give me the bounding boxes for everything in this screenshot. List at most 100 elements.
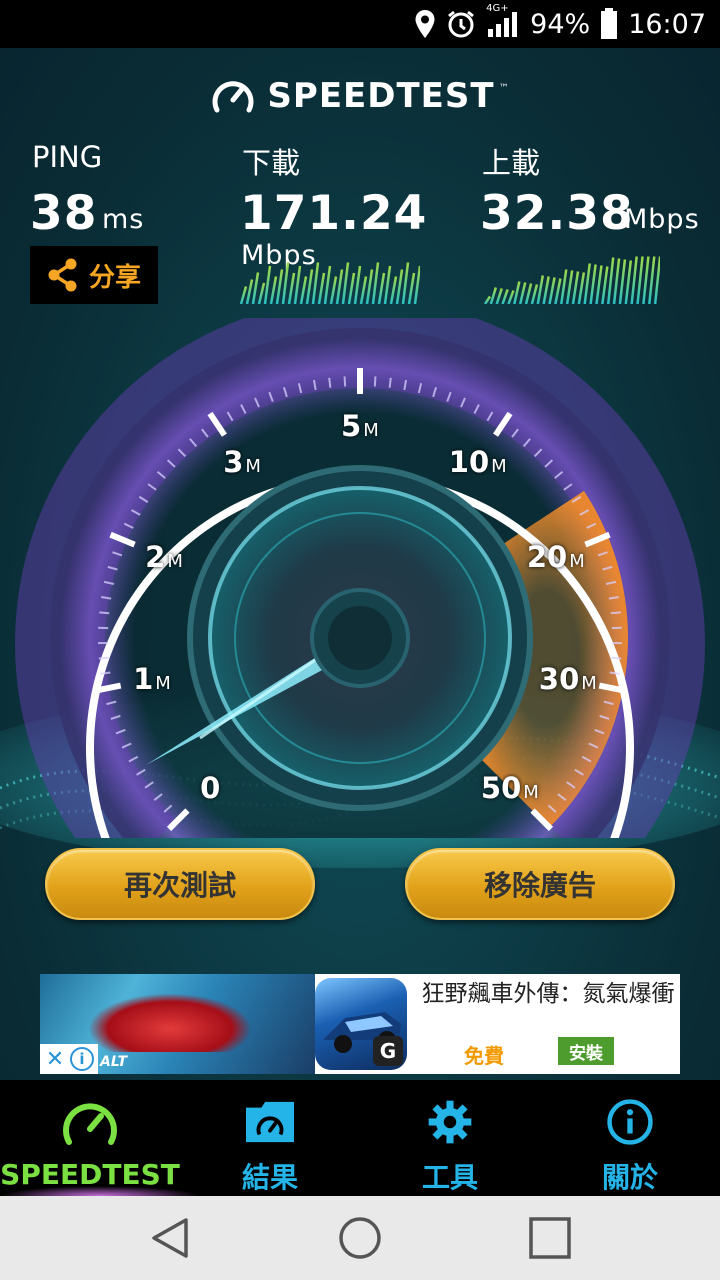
tab-results[interactable]: 結果 — [180, 1080, 360, 1196]
graph-bar — [389, 276, 398, 304]
graph-bar — [401, 262, 410, 304]
gauge-label-5: 5M — [341, 409, 379, 443]
gauge-minor-tick — [610, 611, 621, 615]
recents-icon[interactable] — [528, 1216, 572, 1260]
gauge-minor-tick — [98, 656, 109, 660]
active-tab-indicator — [0, 1186, 200, 1196]
graph-bar — [359, 276, 368, 304]
graph-bar — [335, 269, 344, 304]
upload-graph — [484, 256, 660, 304]
speedometer-logo-icon — [212, 81, 254, 113]
graph-bar — [407, 272, 416, 304]
gauge-label-unit: M — [155, 673, 171, 695]
gauge-label-unit: M — [581, 673, 597, 695]
tab-speedtest[interactable]: SPEEDTEST — [0, 1080, 200, 1196]
share-icon — [48, 258, 77, 292]
tab-tools-label: 工具 — [421, 1161, 478, 1194]
graph-bar — [299, 276, 308, 304]
gauge-label-0: 0 — [200, 771, 220, 805]
ping-unit: ms — [102, 204, 145, 235]
ad-banner[interactable]: ALT ✕ i G 狂野飆車外傳：氮氣爆衝 免費 安裝 — [40, 974, 680, 1074]
graph-bar — [275, 269, 284, 304]
graph-bar — [287, 272, 296, 304]
alarm-icon — [446, 9, 476, 39]
battery-percent: 94% — [530, 8, 591, 40]
graph-bar — [269, 276, 278, 304]
graph-bar — [601, 266, 609, 304]
download-graph — [240, 262, 420, 304]
graph-bar — [495, 288, 503, 304]
results-folder-icon — [246, 1101, 294, 1143]
graph-bar — [536, 275, 545, 304]
ping-label: PING — [32, 140, 103, 174]
download-value: 171.24 — [240, 186, 428, 241]
share-button-label: 分享 — [88, 262, 141, 293]
ad-app-icon[interactable]: G — [315, 978, 407, 1070]
gauge-label-unit: M — [245, 455, 261, 477]
ad-title[interactable]: 狂野飆車外傳：氮氣爆衝 — [420, 980, 676, 1008]
tab-results-label: 結果 — [241, 1161, 298, 1194]
gauge-minor-tick — [373, 376, 377, 387]
tab-tools[interactable]: 工具 — [360, 1080, 540, 1196]
graph-bar — [571, 271, 580, 304]
graph-bar — [642, 256, 650, 304]
remove-ads-button[interactable]: 移除廣告 — [405, 848, 675, 920]
graph-bar — [501, 289, 509, 304]
system-navigation-bar — [0, 1196, 720, 1280]
tab-about[interactable]: 關於 — [540, 1080, 720, 1196]
gauge-label-3: 3M — [223, 445, 261, 479]
ad-info-icon[interactable]: i — [70, 1047, 94, 1071]
graph-bar — [257, 282, 266, 304]
back-icon[interactable] — [148, 1216, 192, 1260]
graph-bar — [612, 258, 621, 304]
graph-bar — [293, 265, 302, 304]
ad-brand: ALT — [100, 1054, 127, 1070]
graph-bar — [589, 264, 597, 304]
graph-bar — [305, 269, 314, 304]
graph-bar — [383, 265, 392, 304]
gauge-label-unit: M — [167, 550, 183, 572]
gauge-label-10: 10 M — [449, 445, 507, 479]
graph-bar — [513, 281, 521, 304]
gauge-label-50: 50 M — [481, 771, 539, 805]
gauge-label-number: 0 — [200, 770, 221, 805]
home-icon[interactable] — [338, 1216, 382, 1260]
gauge-label-number: 50 — [480, 770, 522, 805]
network-type: 4G+ — [486, 3, 509, 14]
graph-bar — [653, 256, 660, 304]
ad-install-button[interactable]: 安裝 — [558, 1037, 614, 1065]
info-icon — [607, 1099, 653, 1145]
graph-bar — [518, 282, 527, 304]
speedtest-logo: SPEEDTEST ™ — [0, 76, 720, 116]
graph-bar — [530, 284, 539, 304]
gauge-label-number: 20 — [526, 539, 568, 574]
clock: 16:07 — [628, 8, 706, 40]
graph-bar — [323, 265, 332, 304]
gauge-minor-tick — [99, 611, 110, 615]
graph-bar — [484, 295, 492, 304]
graph-bar — [595, 265, 603, 304]
remove-ads-button-label: 移除廣告 — [483, 869, 596, 902]
gauge-label-1: 1M — [133, 662, 171, 696]
gauge-minor-tick — [100, 671, 111, 675]
status-bar: 4G+ 94% 16:07 — [0, 0, 720, 48]
gauge-label-30: 30 M — [539, 662, 597, 696]
ad-close-icon[interactable]: ✕ — [42, 1047, 68, 1072]
gauge-minor-tick — [343, 376, 347, 387]
gauge-label-2: 2M — [145, 540, 183, 574]
graph-bar — [251, 272, 260, 304]
share-button[interactable]: 分享 — [30, 246, 158, 304]
ad-choices[interactable]: ✕ i — [40, 1044, 98, 1074]
graph-bar — [524, 283, 533, 304]
upload-label: 上載 — [482, 146, 541, 180]
graph-bar — [565, 270, 574, 304]
graph-bar — [548, 277, 556, 304]
graph-bar — [395, 269, 404, 304]
signal-icon: 4G+ — [486, 3, 520, 39]
graph-bar — [341, 262, 350, 304]
gauge-label-unit: M — [569, 550, 585, 572]
speedtest-screen: SPEEDTEST ™ PING 38 ms 分享 下載 171.24 Mbps… — [0, 48, 720, 1080]
graph-bar — [577, 272, 586, 304]
gameloft-logo: G — [373, 1036, 403, 1066]
retest-button[interactable]: 再次測試 — [45, 848, 315, 920]
